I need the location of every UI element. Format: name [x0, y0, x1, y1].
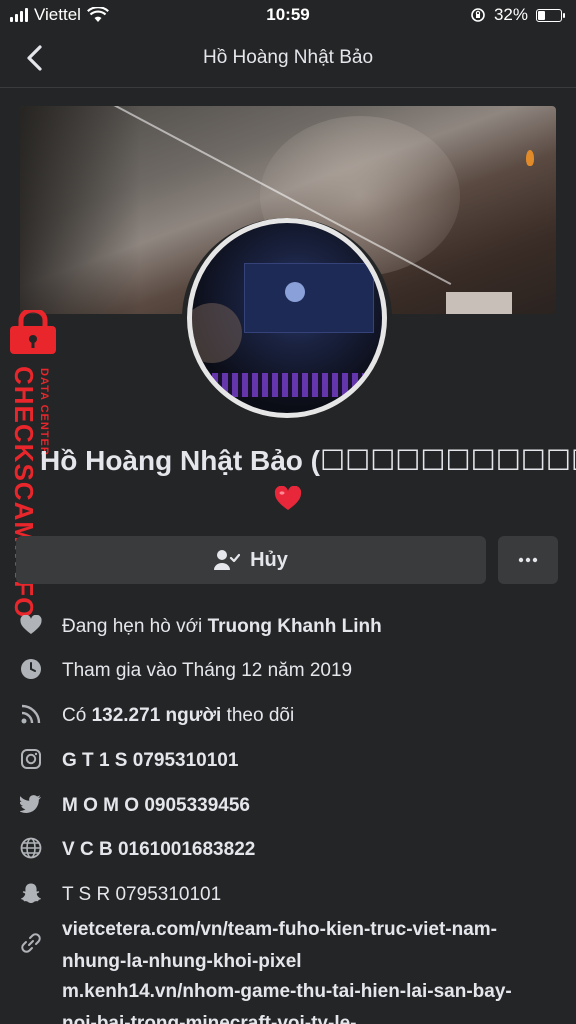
info-joined: Tham gia vào Tháng 12 năm 2019 [0, 648, 576, 688]
flame-mark [526, 150, 534, 166]
cancel-label: Hủy [250, 548, 288, 571]
profile-name: Hồ Hoàng Nhật Bảo (☐☐☐☐☐☐☐☐☐☐☐☐☐☐☐☐☐☐☐☐☐… [40, 445, 576, 476]
heart-emoji-icon [274, 486, 302, 510]
more-options-button[interactable] [498, 536, 558, 584]
info-relationship: Đang hẹn hò với Truong Khanh Linh [0, 604, 576, 644]
instagram-text: G T 1 S 0795310101 [62, 750, 239, 771]
more-dots-icon [518, 557, 538, 563]
action-row: Hủy [16, 536, 560, 586]
avatar-image [187, 218, 387, 418]
twitter-text: M O M O 0905339456 [62, 795, 250, 816]
info-twitter[interactable]: M O M O 0905339456 [0, 783, 576, 823]
battery-percent: 32% [493, 5, 528, 24]
orientation-lock-icon [471, 8, 485, 22]
battery-icon [536, 8, 565, 22]
inset-photo [446, 292, 512, 314]
status-right: 32% [470, 5, 565, 25]
snapchat-icon [20, 882, 42, 904]
twitter-icon [20, 793, 42, 815]
battery-fill [538, 10, 545, 20]
info-website[interactable]: V C B 0161001683822 [0, 827, 576, 867]
nav-bar: Hồ Hoàng Nhật Bảo [0, 30, 576, 88]
cancel-friend-button[interactable]: Hủy [16, 536, 486, 584]
rss-icon [20, 703, 42, 725]
followers-text: Có 132.271 người theo dõi [62, 705, 295, 726]
info-instagram[interactable]: G T 1 S 0795310101 [0, 738, 576, 778]
status-bar: Viettel 10:59 32% [0, 0, 576, 30]
partner-link[interactable]: Truong Khanh Linh [208, 616, 382, 637]
info-snapchat[interactable]: T S R 0795310101 [0, 872, 576, 912]
globe-icon [20, 837, 42, 859]
lock-icon [10, 310, 56, 354]
link-icon [20, 932, 42, 954]
user-check-icon [214, 550, 241, 570]
instagram-icon [20, 748, 42, 770]
info-link-2[interactable]: m.kenh14.vn/nhom-game-thu-tai-hien-lai-s… [0, 976, 576, 1024]
heart-icon [20, 614, 42, 636]
avatar[interactable] [182, 218, 392, 418]
link-1-line-2[interactable]: nhung-la-nhung-khoi-pixel [62, 946, 302, 978]
link-1-line-1[interactable]: vietcetera.com/vn/team-fuho-kien-truc-vi… [62, 914, 497, 946]
watermark-sub: DATA CENTER [38, 368, 50, 456]
joined-text: Tham gia vào Tháng 12 năm 2019 [62, 660, 353, 681]
page-title: Hồ Hoàng Nhật Bảo [202, 47, 374, 68]
info-followers: Có 132.271 người theo dõi [0, 693, 576, 733]
website-text: V C B 0161001683822 [62, 839, 256, 860]
clock-icon [20, 658, 42, 680]
snapchat-text: T S R 0795310101 [62, 884, 222, 905]
link-2-line-1[interactable]: m.kenh14.vn/nhom-game-thu-tai-hien-lai-s… [62, 976, 512, 1008]
link-2-line-2[interactable]: noi-bai-trong-minecraft-voi-ty-le- [62, 1008, 357, 1024]
relationship-text: Đang hẹn hò với Truong Khanh Linh [62, 616, 382, 637]
